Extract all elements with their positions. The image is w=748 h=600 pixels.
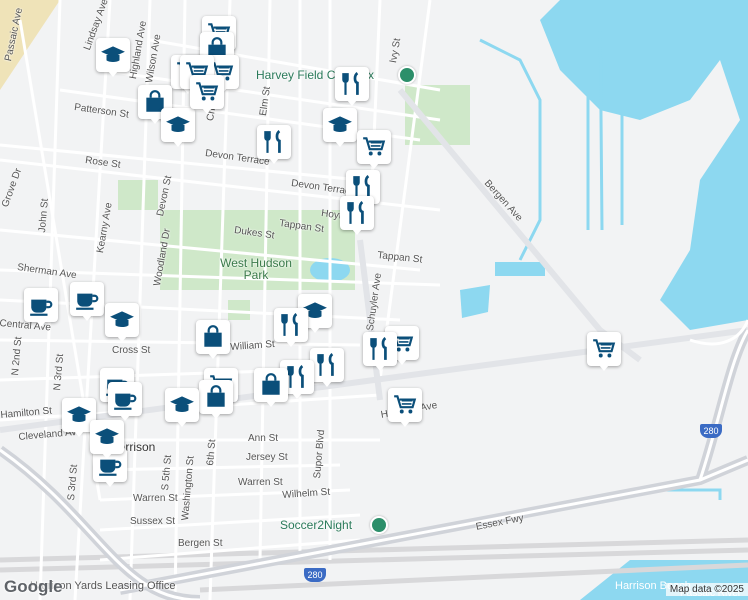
map-pin-graduation-cap[interactable] — [161, 108, 195, 147]
map-pin-restaurant[interactable] — [257, 125, 291, 164]
restaurant-icon — [344, 200, 370, 226]
poi-marker-soccer[interactable] — [370, 516, 388, 534]
coffee-icon — [28, 292, 54, 318]
map-pin-graduation-cap[interactable] — [165, 388, 199, 427]
map-pin-restaurant[interactable] — [335, 67, 369, 106]
street-label-sixth: 6th St — [205, 438, 219, 466]
coffee-icon — [112, 386, 138, 412]
shopping-bag-icon — [200, 324, 226, 350]
street-label-jersey: Jersey St — [246, 452, 288, 463]
restaurant-icon — [367, 336, 393, 362]
restaurant-icon — [314, 352, 340, 378]
street-label-cross: Cross St — [112, 345, 151, 356]
map-pin-restaurant[interactable] — [274, 308, 308, 347]
street-label-warren-2: Warren St — [133, 493, 178, 504]
graduation-cap-icon — [109, 307, 135, 333]
map-pin-grocery[interactable] — [587, 332, 621, 371]
coffee-icon — [74, 286, 100, 312]
map-pin-restaurant[interactable] — [363, 332, 397, 371]
map-pin-shopping-bag[interactable] — [254, 368, 288, 407]
map-view[interactable]: Passaic Ave Lindsay Ave Highland Ave Wil… — [0, 0, 748, 600]
map-pin-graduation-cap[interactable] — [105, 303, 139, 342]
map-pin-grocery[interactable] — [357, 130, 391, 169]
restaurant-icon — [339, 71, 365, 97]
graduation-cap-icon — [100, 42, 126, 68]
grocery-icon — [591, 336, 617, 362]
poi-marker-harvey[interactable] — [398, 66, 416, 84]
map-pin-shopping-bag[interactable] — [196, 320, 230, 359]
shopping-bag-icon — [203, 384, 229, 410]
graduation-cap-icon — [169, 392, 195, 418]
park-label-west-hudson: West Hudson Park — [220, 256, 292, 282]
map-pin-graduation-cap[interactable] — [96, 38, 130, 77]
map-pin-restaurant[interactable] — [340, 196, 374, 235]
map-pin-restaurant[interactable] — [310, 348, 344, 387]
grocery-icon — [194, 79, 220, 105]
graduation-cap-icon — [94, 424, 120, 450]
poi-label-soccer: Soccer2Night — [280, 518, 353, 532]
grocery-icon — [392, 392, 418, 418]
highway-shield-280-b: 280 — [700, 424, 722, 438]
google-logo: Google — [4, 577, 63, 596]
restaurant-icon — [261, 129, 287, 155]
street-label-ann: Ann St — [248, 433, 279, 444]
map-pin-graduation-cap[interactable] — [323, 108, 357, 147]
shopping-bag-icon — [258, 372, 284, 398]
map-pin-grocery[interactable] — [388, 388, 422, 427]
map-pin-coffee[interactable] — [24, 288, 58, 327]
street-label-warren: Warren St — [238, 477, 283, 488]
map-pin-coffee[interactable] — [70, 282, 104, 321]
graduation-cap-icon — [66, 402, 92, 428]
grocery-icon — [361, 134, 387, 160]
map-pin-grocery[interactable] — [190, 75, 224, 114]
graduation-cap-icon — [165, 112, 191, 138]
street-label-bergen-st: Bergen St — [178, 538, 223, 549]
highway-shield-280-a: 280 — [304, 568, 326, 582]
map-pin-coffee[interactable] — [108, 382, 142, 421]
graduation-cap-icon — [327, 112, 353, 138]
map-attribution: Map data ©2025 — [665, 583, 748, 596]
map-pin-shopping-bag[interactable] — [199, 380, 233, 419]
map-pin-graduation-cap[interactable] — [90, 420, 124, 459]
restaurant-icon — [278, 312, 304, 338]
street-label-sussex: Sussex St — [130, 516, 176, 527]
